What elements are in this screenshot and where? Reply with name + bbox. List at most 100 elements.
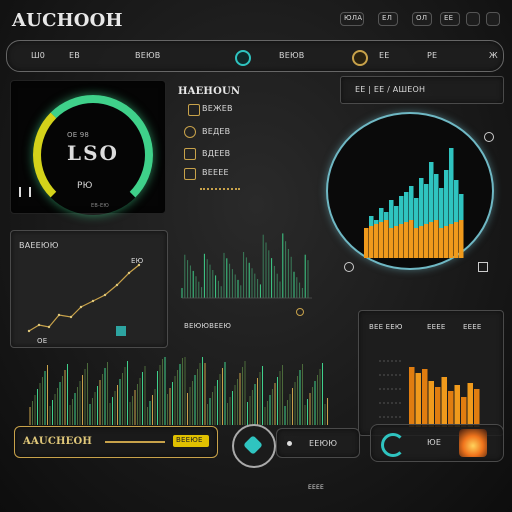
radar-bar-orange (459, 220, 464, 258)
right-bar (448, 391, 454, 427)
legend-item-4[interactable]: ВЕЕЕЕ (202, 168, 229, 177)
toolbar-right-label-2[interactable]: РЕ (427, 51, 437, 60)
radar-bar-orange (394, 226, 399, 258)
legend-item-1[interactable]: ВЕЖЕВ (202, 104, 233, 113)
bottom-yellow-badge[interactable]: ВЕЕЮЕ (173, 435, 209, 447)
radar-bar-teal (369, 216, 374, 226)
radar-bar-teal (439, 188, 444, 228)
bottom-right-control[interactable]: ЮЕ (370, 424, 504, 462)
radar-bar-orange (419, 226, 424, 258)
bottom-left-control[interactable]: AAUCHEOH ВЕЕЮЕ (14, 426, 218, 458)
radar-bar-teal (399, 196, 404, 224)
mid-line-chart (181, 233, 312, 299)
radar-knob-icon-2[interactable] (478, 262, 488, 272)
bottom-left-label: AAUCHEOH (23, 436, 93, 447)
toolbar-dial-icon[interactable] (352, 50, 368, 66)
trend-line (28, 264, 140, 332)
window-button-a[interactable] (466, 12, 480, 26)
right-chart-header-1: ВЕЕ ЕЕЮ (369, 323, 403, 331)
trend-point (79, 305, 83, 309)
trend-start-label: ОЕ (37, 337, 48, 345)
trend-point (57, 313, 61, 317)
radar-bar-teal (424, 184, 429, 224)
radar-title: ЕЕ | ЕЕ / АШЕОН (355, 85, 426, 94)
radar-header: ЕЕ | ЕЕ / АШЕОН (340, 76, 504, 104)
gauge-footer-label: ЕВ-ЕЮ (91, 203, 109, 209)
app-title: AUCHOOH (12, 10, 123, 31)
bottom-mid-control[interactable]: ЕЕЮЮ (276, 428, 360, 458)
header-button-1[interactable]: ЮЛА (340, 12, 364, 26)
bottom-control-sub: ЕЕЕЕ (308, 484, 324, 491)
toolbar-right-label[interactable]: ЕЕ (379, 51, 390, 60)
radar-bar-orange (399, 224, 404, 258)
right-bar (441, 377, 447, 427)
radar-bar-teal (444, 170, 449, 226)
radar-bar-orange (409, 220, 414, 258)
toolbar-label-3[interactable]: ВЕЮВ (135, 51, 160, 60)
radar-bar-teal (409, 186, 414, 220)
flame-icon[interactable] (459, 429, 487, 457)
trend-line-chart (27, 263, 141, 333)
mid-chart-footer: ВЕЮЮВЕЕЮ (184, 322, 232, 330)
radar-bar-teal (389, 200, 394, 228)
wide-bar-chart (29, 357, 328, 425)
header-button-2[interactable]: ЕЛ (378, 12, 398, 26)
radar-bar-orange (404, 222, 409, 258)
radar-bar-orange (449, 224, 454, 258)
radar-knob-icon[interactable] (344, 262, 354, 272)
mid-chart-marker-icon[interactable] (296, 308, 304, 316)
radar-bar-teal (454, 180, 459, 222)
trend-point (127, 271, 131, 275)
toolbar-center-label[interactable]: ВЕЮВ (279, 51, 304, 60)
right-chart-header-2: ЕЕЕЕ (427, 323, 446, 331)
toolbar-label-left[interactable]: Ш0 (31, 51, 45, 60)
radar-bar-orange (414, 228, 419, 258)
radar-bar-orange (434, 220, 439, 258)
toolbar-knob-icon[interactable] (235, 50, 251, 66)
toolbar-right-label-3[interactable]: Ж (489, 51, 498, 60)
bottom-gear-icon[interactable] (232, 424, 276, 468)
trend-point (103, 293, 107, 297)
radar-bar-orange (444, 226, 449, 258)
refresh-icon[interactable] (381, 433, 405, 457)
right-chart-panel: ВЕЕ ЕЕЮ ЕЕЕЕ ЕЕЕЕ (358, 310, 504, 436)
radar-bar-orange (439, 228, 444, 258)
radar-bar-orange (379, 222, 384, 258)
gauge-value: LSO (67, 141, 119, 165)
bottom-mid-dot-icon (287, 441, 292, 446)
right-bar (415, 373, 421, 427)
trend-point (27, 329, 31, 333)
window-button-b[interactable] (486, 12, 500, 26)
radar-bar-orange (374, 224, 379, 258)
trend-point (37, 323, 41, 327)
gauge-side-icon[interactable] (19, 187, 31, 197)
teal-marker-icon[interactable] (116, 326, 126, 336)
radar-bar-orange (424, 224, 429, 258)
legend-item-1-icon (188, 104, 200, 116)
radar-bar-chart (364, 148, 464, 258)
legend-item-2[interactable]: ВЕДЕВ (202, 127, 230, 136)
radar-bar-teal (374, 220, 379, 224)
trend-point (69, 315, 73, 319)
header-button-4[interactable]: ЕЕ (440, 12, 460, 26)
radar-knob-icon-3[interactable] (484, 132, 494, 142)
radar-bar-orange (364, 228, 369, 258)
radar-bar-teal (434, 174, 439, 220)
gauge-panel: ОЕ 98 LSO РЮ ЕВ-ЕЮ (10, 80, 166, 215)
legend-item-3[interactable]: ВДЕЕВ (202, 149, 230, 158)
header-button-3-label: ОЛ (416, 14, 428, 22)
radar-bar-orange (369, 226, 374, 258)
right-bar-chart (379, 360, 480, 427)
right-bar (474, 389, 480, 427)
radar-bar-teal (384, 212, 389, 220)
header-button-3[interactable]: ОЛ (412, 12, 432, 26)
bottom-right-label: ЮЕ (427, 438, 442, 447)
radar-bar-teal (449, 148, 454, 224)
legend-item-4-underline (200, 188, 240, 190)
toolbar-label-2[interactable]: ЕВ (69, 51, 80, 60)
right-bar (454, 385, 460, 427)
trend-point (91, 299, 95, 303)
right-chart-header-3: ЕЕЕЕ (463, 323, 482, 331)
right-bar (467, 383, 473, 427)
bottom-slider-track[interactable] (105, 441, 165, 443)
